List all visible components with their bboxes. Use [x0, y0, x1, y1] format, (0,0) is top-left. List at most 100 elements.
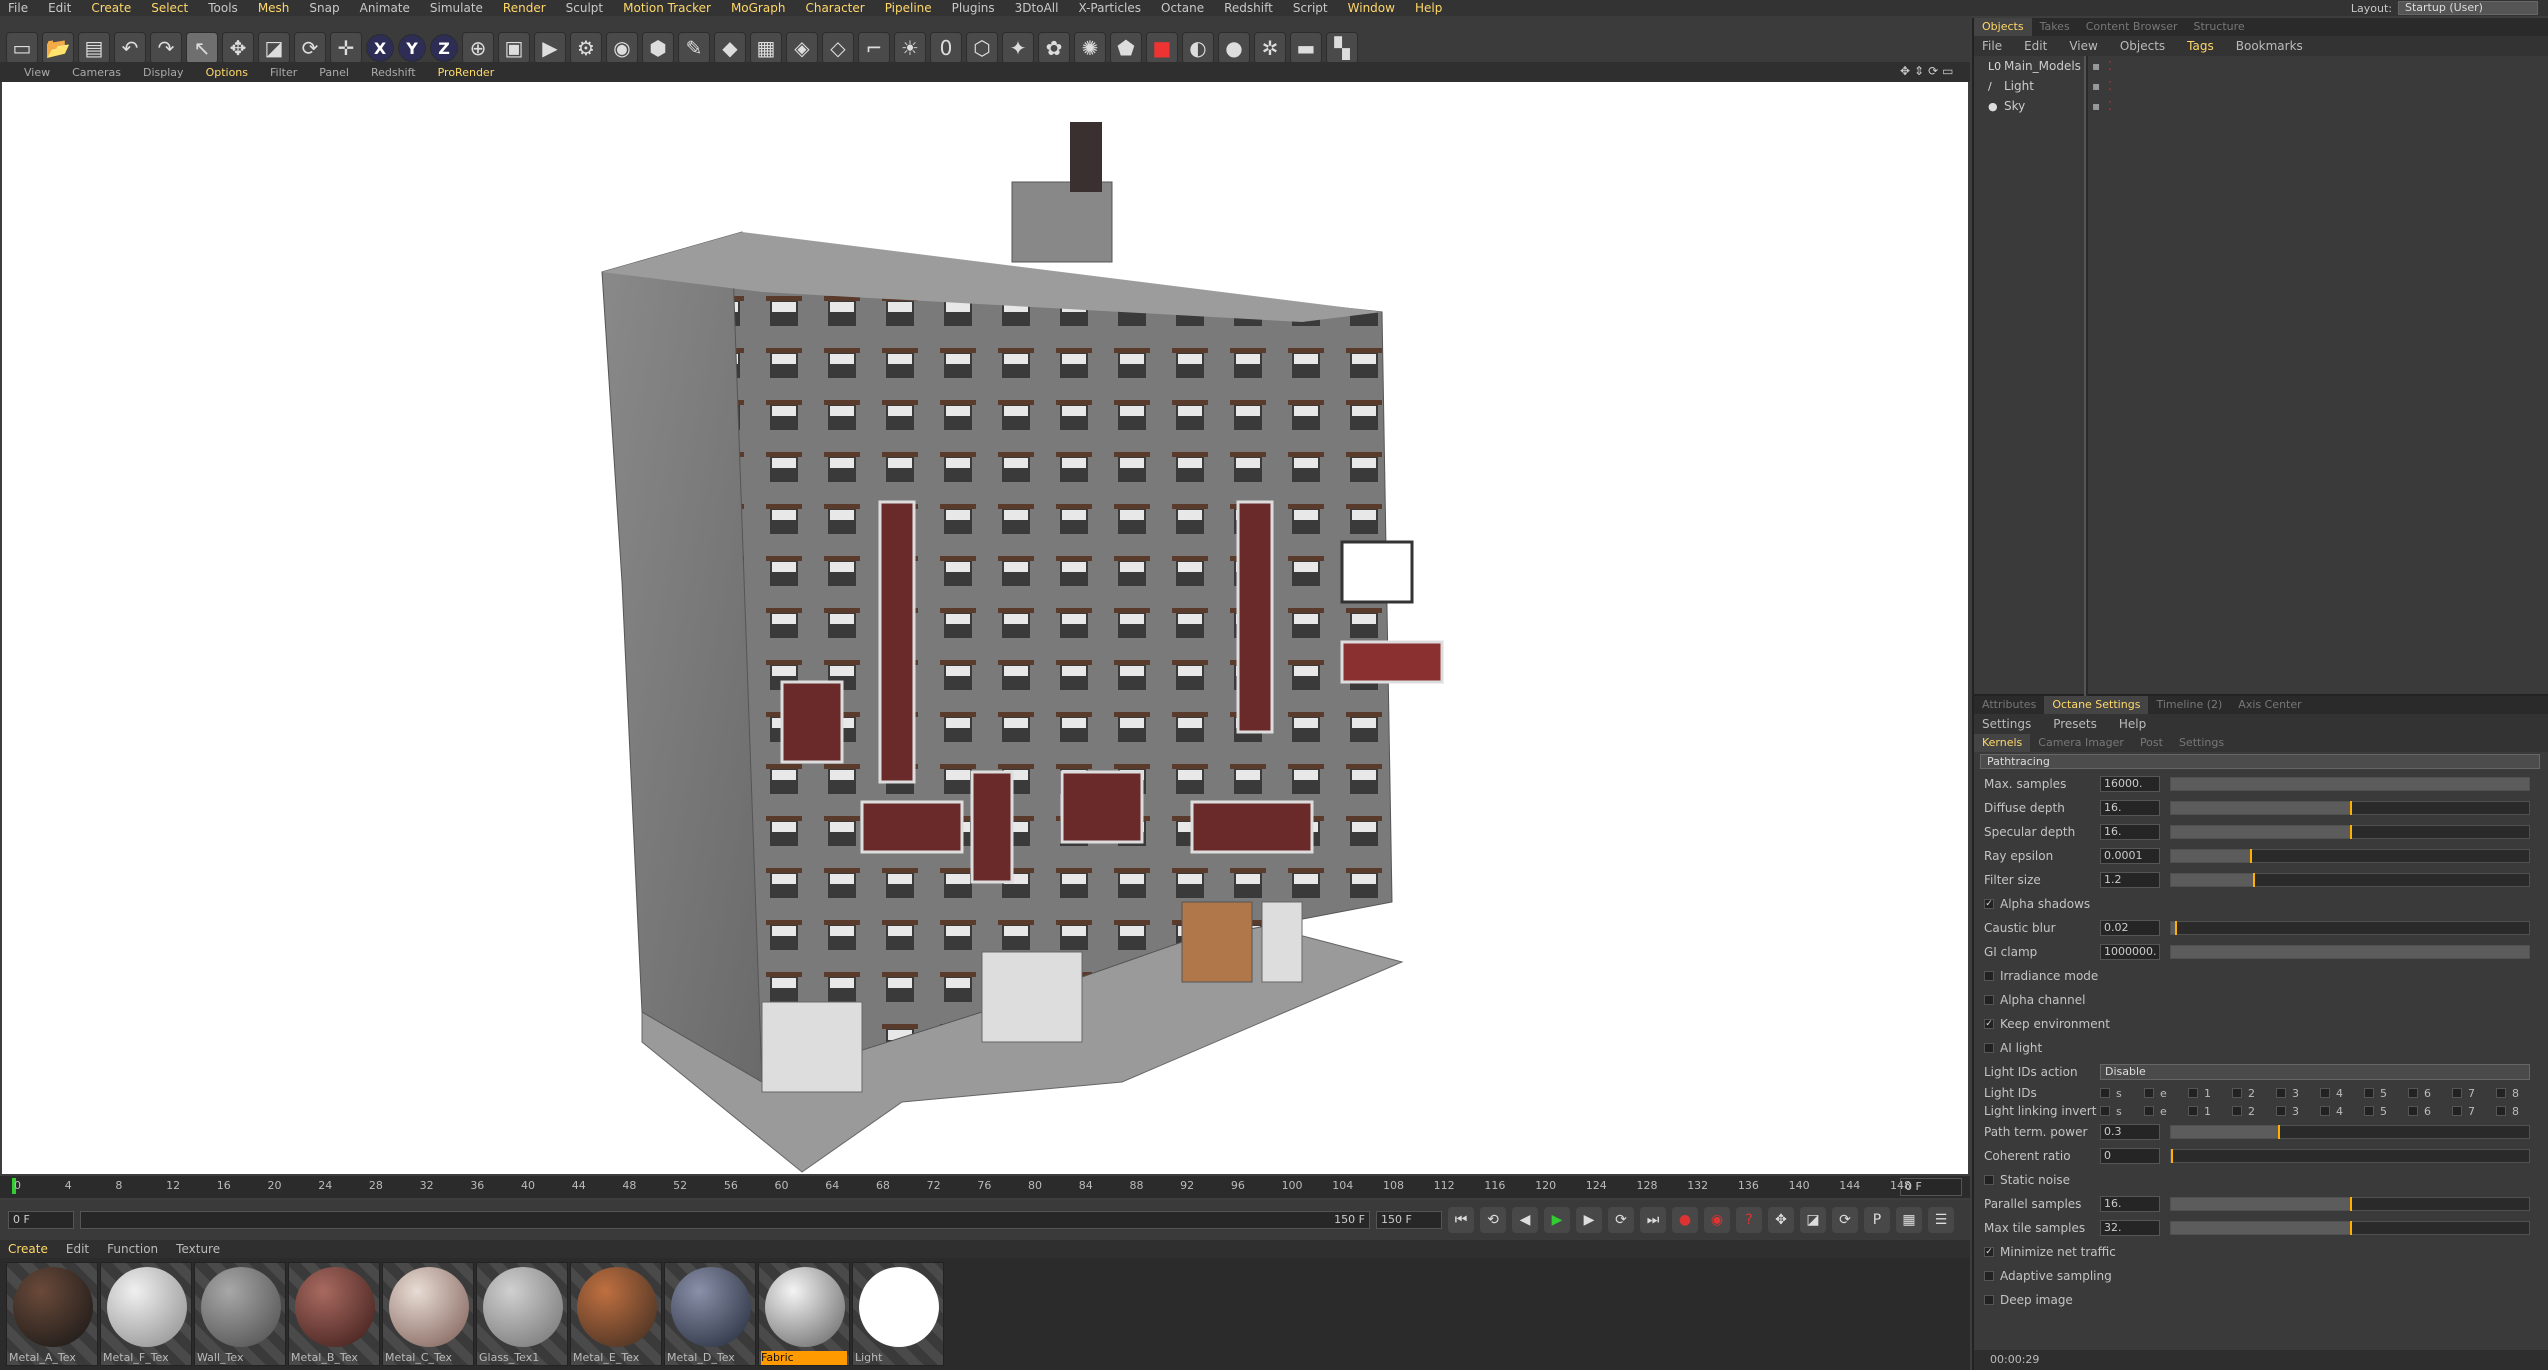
param-checkbox[interactable] — [1984, 1271, 1994, 1281]
rotate-tool-icon[interactable]: ⟳ — [294, 32, 326, 64]
key-param-icon[interactable]: P — [1864, 1207, 1890, 1233]
light-id-checkbox[interactable] — [2276, 1106, 2286, 1116]
viewport-nav-icons[interactable]: ✥⇕⟳▭ — [1900, 64, 1958, 78]
objects-menu-file[interactable]: File — [1982, 39, 2002, 53]
render-dots-icon[interactable]: ⁚ — [2108, 59, 2112, 73]
menu-tools[interactable]: Tools — [208, 1, 238, 15]
param-checkbox[interactable] — [1984, 1295, 1994, 1305]
param-slider[interactable] — [2170, 801, 2530, 815]
param-value-field[interactable]: 0.0001 — [2100, 848, 2160, 864]
scale-tool-icon[interactable]: ◪ — [258, 32, 290, 64]
visibility-toggle-icon[interactable]: ▪ — [2092, 79, 2100, 93]
menu-redshift[interactable]: Redshift — [1224, 1, 1273, 15]
material-swatch[interactable]: Glass_Tex1 — [476, 1262, 568, 1366]
material-swatch[interactable]: Metal_A_Tex — [6, 1262, 98, 1366]
light-id-checkbox[interactable] — [2100, 1088, 2110, 1098]
menu-edit[interactable]: Edit — [48, 1, 71, 15]
material-swatch[interactable]: Metal_C_Tex — [382, 1262, 474, 1366]
render-dots-icon[interactable]: ⁚ — [2108, 99, 2112, 113]
light-id-checkbox[interactable] — [2408, 1088, 2418, 1098]
coordinate-system-icon[interactable]: ⊕ — [462, 32, 494, 64]
key-pla-icon[interactable]: ▦ — [1896, 1207, 1922, 1233]
objects-menu-bookmarks[interactable]: Bookmarks — [2236, 39, 2303, 53]
material-swatch[interactable]: Wall_Tex — [194, 1262, 286, 1366]
camera-icon[interactable]: ⌐ — [858, 32, 890, 64]
param-value-field[interactable]: 16. — [2100, 800, 2160, 816]
transform-tool-icon[interactable]: ✛ — [330, 32, 362, 64]
menu-render[interactable]: Render — [503, 1, 546, 15]
play-icon[interactable]: ▶ — [1544, 1207, 1570, 1233]
menu-octane[interactable]: Octane — [1161, 1, 1204, 15]
light-id-checkbox[interactable] — [2364, 1106, 2374, 1116]
param-value-field[interactable]: 16. — [2100, 1196, 2160, 1212]
menu-character[interactable]: Character — [805, 1, 864, 15]
viewport-menu-display[interactable]: Display — [143, 66, 184, 79]
tab-octane-settings[interactable]: Octane Settings — [2044, 696, 2149, 714]
next-frame-icon[interactable]: ▶ — [1576, 1207, 1602, 1233]
light-id-checkbox[interactable] — [2100, 1106, 2110, 1116]
visibility-toggle-icon[interactable]: ▪ — [2092, 99, 2100, 113]
menu-snap[interactable]: Snap — [309, 1, 339, 15]
object-name[interactable]: Main_Models — [2004, 59, 2084, 73]
material-swatch[interactable]: Metal_E_Tex — [570, 1262, 662, 1366]
attribute-menu-help[interactable]: Help — [2119, 717, 2146, 731]
object-row[interactable]: / Light ▪ ⁚ — [1974, 76, 2548, 96]
light-id-checkbox[interactable] — [2496, 1088, 2506, 1098]
key-position-icon[interactable]: ✥ — [1768, 1207, 1794, 1233]
param-slider[interactable] — [2170, 873, 2530, 887]
object-row[interactable]: L0 Main_Models ▪ ⁚ — [1974, 56, 2548, 76]
light-id-checkbox[interactable] — [2232, 1106, 2242, 1116]
menu-animate[interactable]: Animate — [360, 1, 410, 15]
param-checkbox[interactable] — [1984, 1043, 1994, 1053]
render-dots-icon[interactable]: ⁚ — [2108, 79, 2112, 93]
viewport-menu-prorender[interactable]: ProRender — [438, 66, 495, 79]
menu-select[interactable]: Select — [151, 1, 188, 15]
octane-cube-icon[interactable]: ⬡ — [966, 32, 998, 64]
param-slider[interactable] — [2170, 1197, 2530, 1211]
viewport-menu-view[interactable]: View — [24, 66, 50, 79]
menu-3dtoall[interactable]: 3DtoAll — [1015, 1, 1059, 15]
array-icon[interactable]: ▦ — [750, 32, 782, 64]
param-slider[interactable] — [2170, 777, 2530, 791]
param-value-field[interactable]: 16000. — [2100, 776, 2160, 792]
param-slider[interactable] — [2170, 945, 2530, 959]
timeline-menu-icon[interactable]: ☰ — [1928, 1207, 1954, 1233]
key-rotation-icon[interactable]: ⟳ — [1832, 1207, 1858, 1233]
material-swatch[interactable]: Light — [852, 1262, 944, 1366]
param-slider[interactable] — [2170, 825, 2530, 839]
menu-plugins[interactable]: Plugins — [952, 1, 995, 15]
light-id-checkbox[interactable] — [2188, 1106, 2198, 1116]
menu-window[interactable]: Window — [1348, 1, 1395, 15]
workplane-icon[interactable]: 0 — [930, 32, 962, 64]
object-name[interactable]: Sky — [2004, 99, 2084, 113]
key-scale-icon[interactable]: ◪ — [1800, 1207, 1826, 1233]
light-id-checkbox[interactable] — [2496, 1106, 2506, 1116]
subdivision-icon[interactable]: ◆ — [714, 32, 746, 64]
environment-icon[interactable]: ◇ — [822, 32, 854, 64]
pen-spline-icon[interactable]: ✎ — [678, 32, 710, 64]
subtab-camera-imager[interactable]: Camera Imager — [2030, 734, 2132, 752]
param-checkbox[interactable]: ✓ — [1984, 1019, 1994, 1029]
tab-structure[interactable]: Structure — [2186, 18, 2253, 36]
octane-light-icon[interactable]: ✦ — [1002, 32, 1034, 64]
end-frame-field[interactable]: 150 F — [1376, 1211, 1442, 1229]
menu-sculpt[interactable]: Sculpt — [566, 1, 603, 15]
param-value-field[interactable]: 32. — [2100, 1220, 2160, 1236]
light-id-checkbox[interactable] — [2452, 1088, 2462, 1098]
light-id-checkbox[interactable] — [2320, 1088, 2330, 1098]
tab-timeline-2-[interactable]: Timeline (2) — [2148, 696, 2230, 714]
new-scene-icon[interactable]: ▭ — [6, 32, 38, 64]
render-view-icon[interactable]: ▶ — [534, 32, 566, 64]
material-menu-create[interactable]: Create — [8, 1242, 48, 1256]
octane-sky-icon[interactable]: ● — [1218, 32, 1250, 64]
material-swatch[interactable]: Metal_B_Tex — [288, 1262, 380, 1366]
deformer-icon[interactable]: ◈ — [786, 32, 818, 64]
go-to-end-icon[interactable]: ⏭ — [1640, 1207, 1666, 1233]
menu-motion-tracker[interactable]: Motion Tracker — [623, 1, 711, 15]
key-help-icon[interactable]: ? — [1736, 1207, 1762, 1233]
param-value-field[interactable]: 1000000. — [2100, 944, 2160, 960]
param-value-field[interactable]: 16. — [2100, 824, 2160, 840]
light-id-checkbox[interactable] — [2364, 1088, 2374, 1098]
viewport-menu-cameras[interactable]: Cameras — [72, 66, 121, 79]
material-swatch[interactable]: Fabric — [758, 1262, 850, 1366]
